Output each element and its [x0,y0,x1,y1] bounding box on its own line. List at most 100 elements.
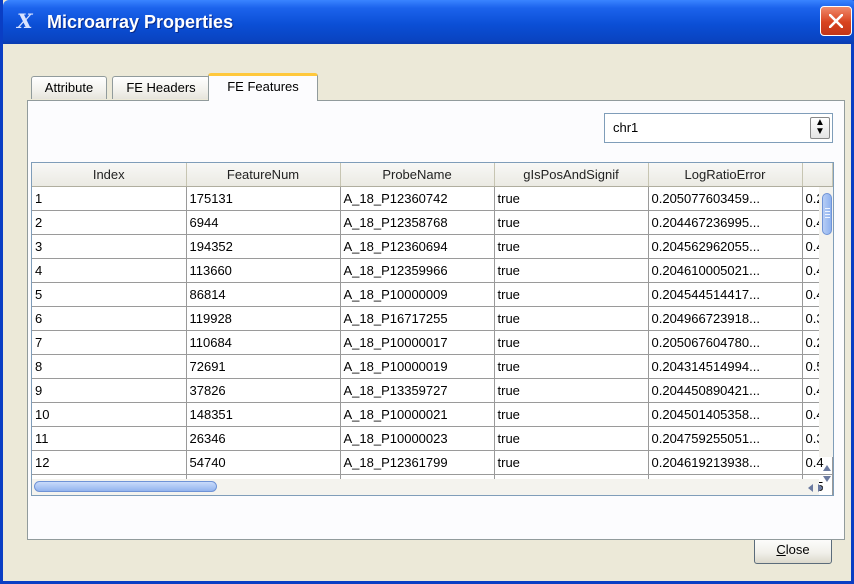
table-cell[interactable]: 8 [32,354,187,379]
close-button-label: lose [785,542,810,557]
table-cell[interactable]: 4 [32,258,187,283]
table-row[interactable]: 12 54740 A_18_P12361799 true 0.204619213938.… [32,450,833,475]
table-cell[interactable]: 110684 [186,330,341,355]
chromosome-select-value: chr1 [613,120,639,135]
table-cell[interactable]: 113660 [186,258,341,283]
table-cell[interactable]: 2 [32,210,187,235]
table-cell[interactable]: 0.204759255051... [648,426,803,451]
app-logo-icon: X [17,9,33,33]
dropdown-arrows-icon[interactable]: ▲ ▼ [810,117,830,139]
table-cell[interactable]: 6 [32,306,187,331]
table-cell[interactable]: A_18_P13359727 [340,378,495,403]
table-cell[interactable]: 0.204501405358... [648,402,803,427]
table-row[interactable]: 6 119928 A_18_P16717255 true 0.204966723918.… [32,306,833,331]
table-cell[interactable]: 72691 [186,354,341,379]
column-header[interactable]: ProbeName [340,163,495,187]
table-cell[interactable]: true [494,330,649,355]
table-cell[interactable]: true [494,210,649,235]
table-cell[interactable]: 37826 [186,378,341,403]
horizontal-scroll-thumb[interactable] [34,481,217,492]
table-cell[interactable]: A_18_P16717255 [340,306,495,331]
table-cell[interactable]: A_18_P12359966 [340,258,495,283]
table-cell[interactable]: true [494,402,649,427]
scroll-down-icon[interactable] [823,476,831,482]
scroll-right-icon[interactable] [818,484,823,492]
features-table: Index FeatureNum ProbeName gIsPosAndSignif L… [31,162,834,496]
table-row[interactable]: 11 26346 A_18_P10000023 true 0.204759255051.… [32,426,833,451]
chromosome-select[interactable]: chr1 ▲ ▼ [604,113,833,143]
table-cell[interactable]: true [494,282,649,307]
table-cell[interactable]: 6944 [186,210,341,235]
table-cell[interactable]: 12 [32,450,187,475]
close-button[interactable]: Close [754,536,832,564]
table-cell[interactable]: 3 [32,234,187,259]
table-cell[interactable]: true [494,258,649,283]
table-cell[interactable]: 86814 [186,282,341,307]
table-cell[interactable]: 1 [32,186,187,211]
table-cell[interactable]: 5 [32,282,187,307]
table-row[interactable]: 5 86814 A_18_P10000009 true 0.204544514417..… [32,282,833,307]
close-button-mnemonic: C [776,542,786,557]
table-cell[interactable]: 0.204610005021... [648,258,803,283]
table-cell[interactable]: 54740 [186,450,341,475]
table-cell[interactable]: true [494,234,649,259]
tab-fe-headers[interactable]: FE Headers [112,76,210,99]
table-row[interactable]: 1 175131 A_18_P12360742 true 0.205077603459.… [32,186,833,211]
column-header[interactable]: Index [32,163,187,187]
window-close-button[interactable] [820,6,852,36]
table-cell[interactable]: true [494,426,649,451]
column-header[interactable]: FeatureNum [186,163,341,187]
table-cell[interactable]: 7 [32,330,187,355]
table-cell[interactable]: 0.205077603459... [648,186,803,211]
column-header[interactable] [802,163,833,187]
table-row[interactable]: 8 72691 A_18_P10000019 true 0.204314514994..… [32,354,833,379]
table-cell[interactable]: A_18_P10000009 [340,282,495,307]
table-cell[interactable]: 0.204562962055... [648,234,803,259]
table-cell[interactable]: 0.204544514417... [648,282,803,307]
table-cell[interactable]: 11 [32,426,187,451]
table-row[interactable]: 3 194352 A_18_P12360694 true 0.204562962055.… [32,234,833,259]
table-cell[interactable]: true [494,450,649,475]
table-row[interactable]: 4 113660 A_18_P12359966 true 0.204610005021.… [32,258,833,283]
table-cell[interactable]: 26346 [186,426,341,451]
tab-fe-features[interactable]: FE Features [208,73,318,101]
table-cell[interactable]: 9 [32,378,187,403]
table-cell[interactable]: 0.204450890421... [648,378,803,403]
table-cell[interactable]: 10 [32,402,187,427]
table-cell[interactable]: 119928 [186,306,341,331]
table-cell[interactable]: true [494,354,649,379]
table-cell[interactable]: A_18_P12360742 [340,186,495,211]
table-cell[interactable]: A_18_P12360694 [340,234,495,259]
table-cell[interactable]: 0.204966723918... [648,306,803,331]
table-cell[interactable]: 0.204619213938... [648,450,803,475]
vertical-scrollbar[interactable] [819,187,833,457]
table-cell[interactable]: 0.204467236995... [648,210,803,235]
table-cell[interactable]: 148351 [186,402,341,427]
table-cell[interactable]: true [494,306,649,331]
title-bar[interactable]: X Microarray Properties [3,0,854,44]
table-cell[interactable]: 0.204314514994... [648,354,803,379]
tab-label: Attribute [44,80,94,95]
table-row[interactable]: 10 148351 A_18_P10000021 true 0.204501405358… [32,402,833,427]
table-cell[interactable]: 0.205067604780... [648,330,803,355]
scroll-left-icon[interactable] [808,484,813,492]
table-row[interactable]: 9 37826 A_18_P13359727 true 0.204450890421..… [32,378,833,403]
table-cell[interactable]: 175131 [186,186,341,211]
vertical-scroll-thumb[interactable] [822,193,832,235]
table-cell[interactable]: A_18_P10000021 [340,402,495,427]
table-cell[interactable]: A_18_P10000023 [340,426,495,451]
table-cell[interactable]: 194352 [186,234,341,259]
horizontal-scrollbar[interactable] [32,479,819,495]
table-cell[interactable]: true [494,186,649,211]
column-header[interactable]: LogRatioError [648,163,803,187]
table-cell[interactable]: A_18_P12358768 [340,210,495,235]
table-cell[interactable]: A_18_P10000017 [340,330,495,355]
table-cell[interactable]: A_18_P12361799 [340,450,495,475]
tab-attribute[interactable]: Attribute [31,76,107,99]
table-cell[interactable]: true [494,378,649,403]
column-header[interactable]: gIsPosAndSignif [494,163,649,187]
scroll-up-icon[interactable] [823,465,831,471]
table-row[interactable]: 2 6944 A_18_P12358768 true 0.204467236995...… [32,210,833,235]
table-row[interactable]: 7 110684 A_18_P10000017 true 0.205067604780.… [32,330,833,355]
table-cell[interactable]: A_18_P10000019 [340,354,495,379]
